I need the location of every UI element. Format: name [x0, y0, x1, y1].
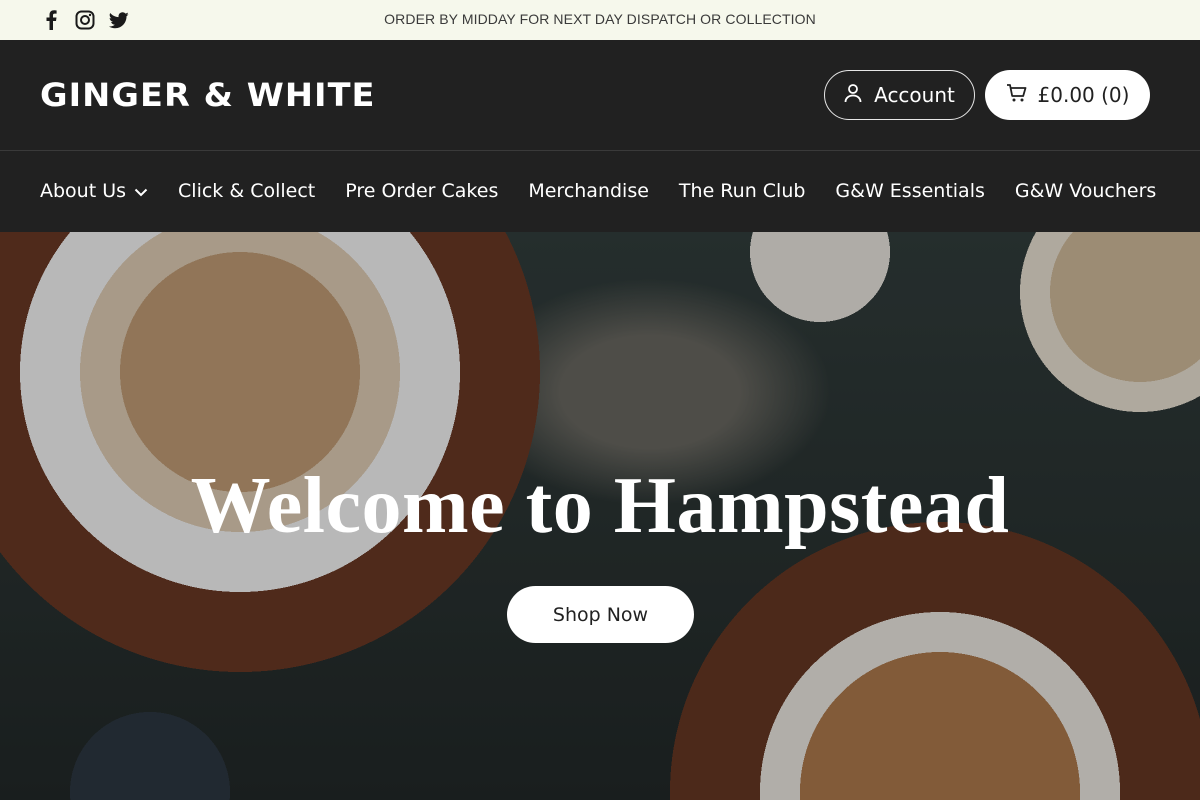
hero-title: Welcome to Hampstead [190, 462, 1010, 550]
nav-item-label: About Us [40, 180, 127, 202]
announcement-text: ORDER BY MIDDAY FOR NEXT DAY DISPATCH OR… [384, 11, 816, 27]
account-label: Account [874, 83, 955, 107]
nav-item-click-collect[interactable]: Click & Collect [178, 180, 315, 202]
nav-item-run-club[interactable]: The Run Club [679, 180, 806, 202]
nav-item-label: G&W Essentials [835, 180, 985, 202]
nav-item-label: Pre Order Cakes [345, 180, 499, 202]
cart-icon [1006, 83, 1028, 108]
user-icon [844, 83, 862, 108]
hero-banner: Welcome to Hampstead Shop Now [0, 232, 1200, 800]
nav-item-pre-order-cakes[interactable]: Pre Order Cakes [345, 180, 498, 202]
nav-item-label: Merchandise [528, 180, 649, 202]
chevron-down-icon [134, 180, 148, 202]
main-nav: About Us Click & Collect Pre Order Cakes… [0, 151, 1200, 232]
nav-item-label: Click & Collect [178, 180, 316, 202]
cart-button[interactable]: £0.00 (0) [985, 70, 1150, 120]
announcement-bar: ORDER BY MIDDAY FOR NEXT DAY DISPATCH OR… [0, 0, 1200, 40]
nav-item-merchandise[interactable]: Merchandise [528, 180, 649, 202]
site-logo[interactable]: GINGER & WHITE [40, 78, 376, 112]
nav-item-label: G&W Vouchers [1014, 180, 1157, 202]
account-button[interactable]: Account [824, 70, 975, 120]
nav-item-gw-essentials[interactable]: G&W Essentials [835, 180, 984, 202]
site-header: GINGER & WHITE Account £0.00 (0) [0, 40, 1200, 151]
nav-item-label: The Run Club [678, 180, 806, 202]
cart-total: £0.00 (0) [1037, 83, 1130, 107]
shop-now-button[interactable]: Shop Now [507, 586, 694, 643]
nav-item-about-us[interactable]: About Us [40, 180, 148, 202]
nav-item-gw-vouchers[interactable]: G&W Vouchers [1015, 180, 1156, 202]
